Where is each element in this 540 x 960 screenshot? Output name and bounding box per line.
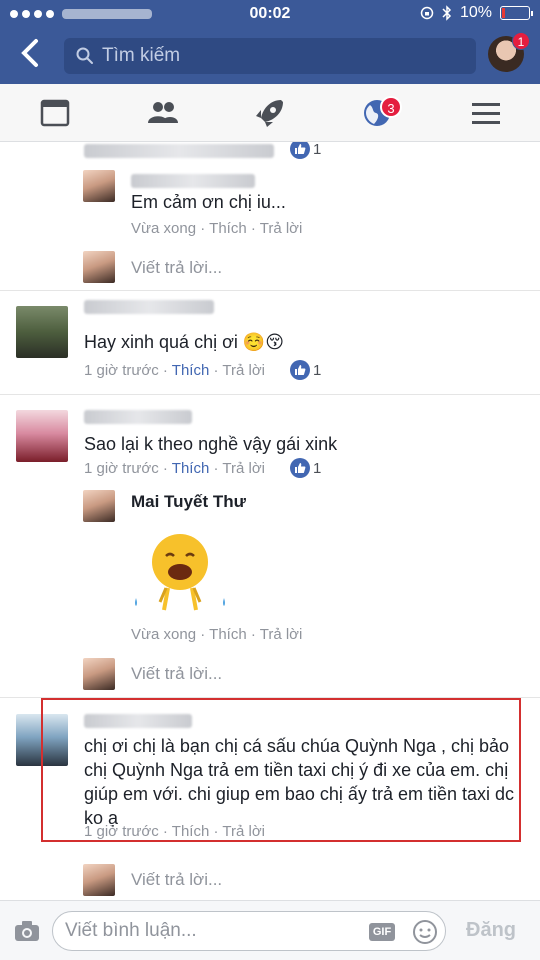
reply-link[interactable]: Trả lời xyxy=(222,460,265,477)
menu-icon xyxy=(472,103,500,124)
reply-avatar[interactable] xyxy=(83,170,115,202)
post-button[interactable]: Đăng xyxy=(466,919,516,942)
comment-meta: 1 giờ trước · Thích · Trả lời xyxy=(84,460,265,477)
reply-link[interactable]: Trả lời xyxy=(222,362,265,379)
divider xyxy=(0,290,540,291)
status-right: 10% xyxy=(420,4,533,22)
like-count-value: 1 xyxy=(313,459,322,477)
reply-meta: Vừa xong · Thích · Trả lời xyxy=(131,626,303,643)
sticker-icon[interactable] xyxy=(412,919,438,945)
back-button[interactable] xyxy=(20,38,40,74)
comment-text: Sao lại k theo nghề vậy gái xink xyxy=(84,434,338,454)
search-icon xyxy=(76,47,93,64)
tab-friends[interactable] xyxy=(146,96,180,130)
camera-icon[interactable] xyxy=(14,919,40,943)
write-reply-field[interactable]: Viết trả lời... xyxy=(131,258,222,278)
like-link[interactable]: Thích xyxy=(209,626,247,643)
blurred-name xyxy=(84,300,214,314)
blurred-name xyxy=(84,410,192,424)
thumbs-up-icon xyxy=(290,360,310,380)
like-count: 1 xyxy=(290,458,321,478)
write-reply-field[interactable]: Viết trả lời... xyxy=(131,664,222,684)
tab-news-feed[interactable] xyxy=(38,96,72,130)
commenter-avatar[interactable] xyxy=(16,306,68,358)
like-link[interactable]: Thích xyxy=(172,362,210,379)
comment-time: 1 giờ trước xyxy=(84,362,159,379)
write-reply-field[interactable]: Viết trả lời... xyxy=(131,870,222,890)
like-link[interactable]: Thích xyxy=(172,460,210,477)
search-bar[interactable]: Tìm kiếm xyxy=(64,38,476,74)
tab-bar xyxy=(0,84,540,142)
rocket-icon xyxy=(256,100,283,127)
chevron-left-icon xyxy=(21,39,38,67)
search-placeholder: Tìm kiếm xyxy=(102,45,181,66)
divider xyxy=(0,394,540,395)
my-avatar xyxy=(83,658,115,690)
like-count: 1 xyxy=(290,142,321,159)
blurred-text xyxy=(84,144,274,158)
like-link[interactable]: Thích xyxy=(209,220,247,237)
highlight-box xyxy=(41,698,521,842)
battery-percent: 10% xyxy=(459,4,492,21)
reply-time: Vừa xong xyxy=(131,220,197,237)
reply-meta: Vừa xong · Thích · Trả lời xyxy=(131,220,303,237)
notifications-badge: 3 xyxy=(380,96,402,118)
blurred-name xyxy=(131,174,255,188)
like-count-value: 1 xyxy=(313,361,322,379)
comment-text: Hay xinh quá chị ơi ☺️😚 xyxy=(84,332,285,352)
top-bar: 00:02 10% Tìm kiếm 1 xyxy=(0,0,540,84)
commenter-avatar[interactable] xyxy=(16,410,68,462)
like-count: 1 xyxy=(290,360,321,380)
reply-time: Vừa xong xyxy=(131,626,197,643)
tab-menu[interactable] xyxy=(469,96,503,130)
reply-link[interactable]: Trả lời xyxy=(260,220,303,237)
reply-avatar[interactable] xyxy=(83,490,115,522)
reply-text: Em cảm ơn chị iu... xyxy=(131,192,286,212)
rotation-lock-icon xyxy=(420,6,434,20)
gif-button[interactable]: GIF xyxy=(369,923,395,941)
news-feed-icon xyxy=(40,99,70,127)
friends-icon xyxy=(148,102,178,123)
bluetooth-icon xyxy=(442,5,452,21)
thumbs-up-icon xyxy=(290,458,310,478)
comment-meta: 1 giờ trước · Thích · Trả lời xyxy=(84,362,265,379)
crying-emoji-sticker xyxy=(135,534,225,611)
status-bar: 00:02 10% xyxy=(0,0,540,28)
comment-time: 1 giờ trước xyxy=(84,460,159,477)
reply-link[interactable]: Trả lời xyxy=(260,626,303,643)
tab-explore[interactable] xyxy=(253,96,287,130)
comments-list: 1 Em cảm ơn chị iu... Vừa xong · Thích ·… xyxy=(0,142,540,900)
comment-composer: Viết bình luận... GIF Đăng xyxy=(0,900,540,960)
thumbs-up-icon xyxy=(290,142,310,159)
my-avatar xyxy=(83,251,115,283)
battery-icon xyxy=(500,6,533,20)
reply-author[interactable]: Mai Tuyết Thư xyxy=(131,492,246,512)
profile-badge: 1 xyxy=(512,32,530,50)
my-avatar xyxy=(83,864,115,896)
like-count-value: 1 xyxy=(313,142,322,158)
